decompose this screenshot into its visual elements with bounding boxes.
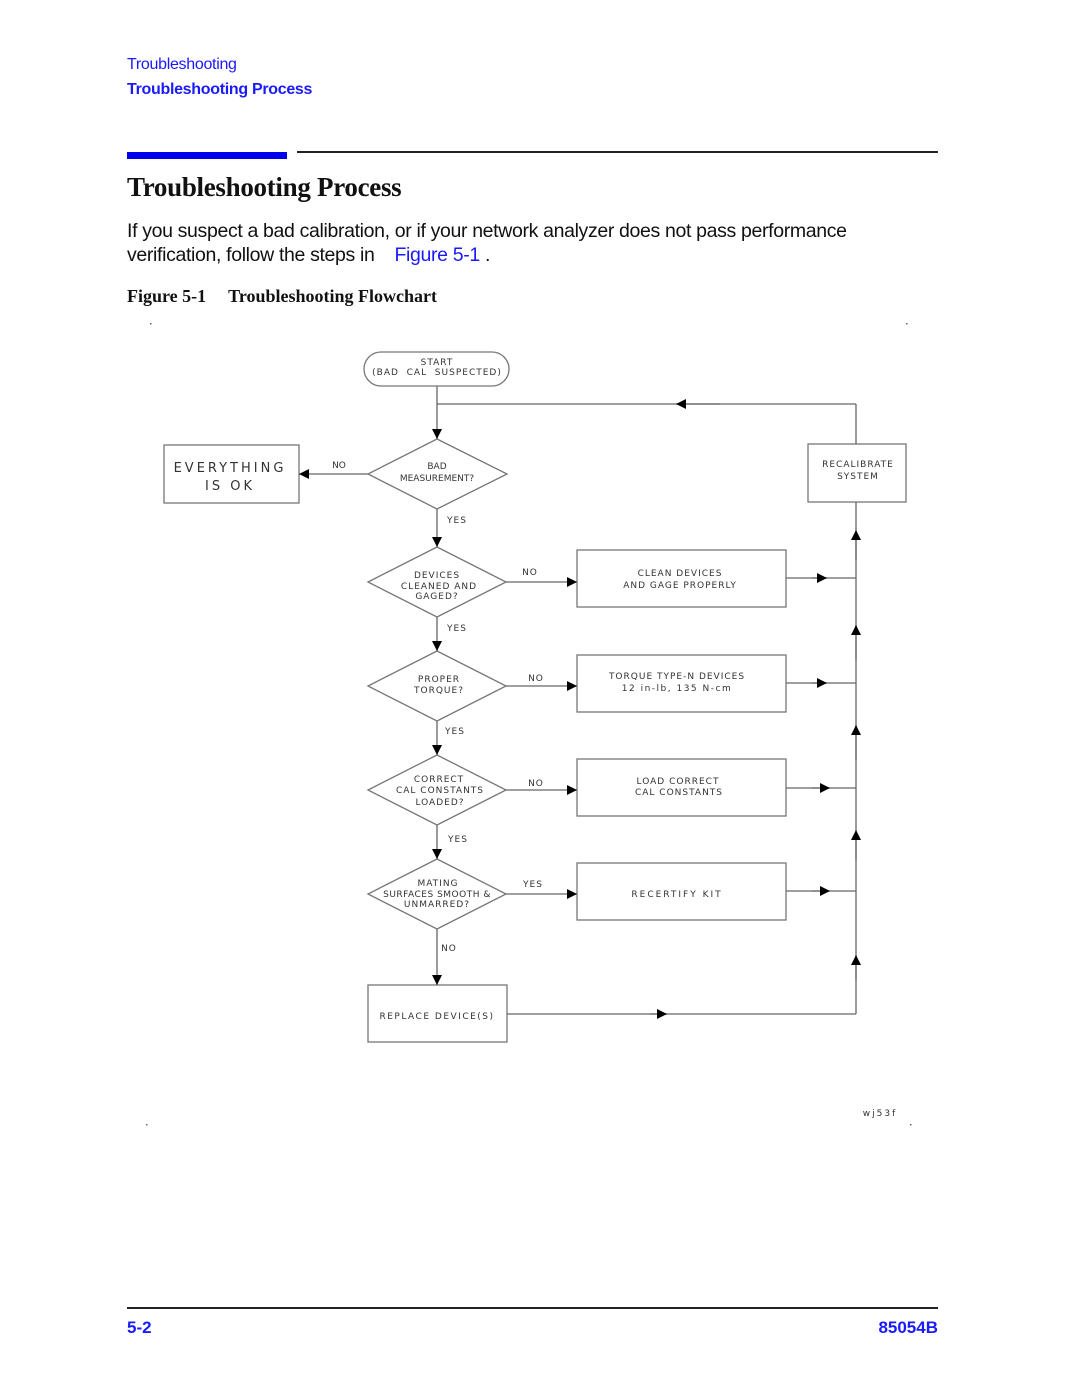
decision-2-line2: CLEANED AND xyxy=(401,582,477,592)
decision-4-line3: LOADED? xyxy=(415,798,464,808)
troubleshooting-flowchart: START (BAD CAL SUSPECTED) EVERYTHING IS … xyxy=(146,323,912,1126)
everything-ok-line2: IS OK xyxy=(205,479,255,494)
action-2-line2: 12 in-lb, 135 N-cm xyxy=(622,684,732,694)
footer-rule xyxy=(127,1307,938,1309)
start-line2: (BAD CAL SUSPECTED) xyxy=(372,368,502,378)
decision-2-line3: GAGED? xyxy=(415,592,458,602)
action-2-line1: TORQUE TYPE-N DEVICES xyxy=(608,672,745,682)
decision-4-yes-label: YES xyxy=(447,835,468,845)
decision-1-line1: BAD xyxy=(427,462,446,472)
recalibrate-line2: SYSTEM xyxy=(837,472,879,482)
action-1-line2: AND GAGE PROPERLY xyxy=(623,581,737,591)
action-3-line1: LOAD CORRECT xyxy=(637,777,720,787)
decision-3-yes-label: YES xyxy=(444,727,465,737)
registration-marks xyxy=(146,323,912,1126)
decision-5-no-label: NO xyxy=(441,944,457,954)
decision-3-no-label: NO xyxy=(528,674,544,684)
page-number: 5-2 xyxy=(127,1318,152,1337)
decision-4-line1: CORRECT xyxy=(414,775,464,785)
replace-line1: REPLACE DEVICE(S) xyxy=(379,1012,494,1022)
decision-1-no-label: NO xyxy=(332,461,346,471)
everything-ok-line1: EVERYTHING xyxy=(174,461,287,476)
decision-3-line2: TORQUE? xyxy=(413,686,464,696)
decision-5-line2: SURFACES SMOOTH & xyxy=(383,890,491,900)
drawing-id: wj53f xyxy=(863,1109,897,1119)
decision-4-no-label: NO xyxy=(528,779,544,789)
action-1-line1: CLEAN DEVICES xyxy=(638,569,723,579)
action-4-line1: RECERTIFY KIT xyxy=(631,890,722,900)
recalibrate-line1: RECALIBRATE xyxy=(822,460,894,470)
decision-5-line3: UNMARRED? xyxy=(404,900,470,910)
decision-1-line2: MEASUREMENT? xyxy=(400,474,475,484)
model-number: 85054B xyxy=(878,1318,938,1337)
start-line1: START xyxy=(421,358,454,368)
action-3-line2: CAL CONSTANTS xyxy=(635,788,723,798)
decision-3-line1: PROPER xyxy=(418,675,460,685)
decision-5-yes-label: YES xyxy=(522,880,543,890)
decision-2-no-label: NO xyxy=(522,568,538,578)
decision-1-yes-label: YES xyxy=(446,516,467,526)
decision-4-line2: CAL CONSTANTS xyxy=(396,786,484,796)
decision-2-line1: DEVICES xyxy=(414,571,460,581)
decision-2-yes-label: YES xyxy=(446,624,467,634)
decision-5-line1: MATING xyxy=(417,879,458,889)
